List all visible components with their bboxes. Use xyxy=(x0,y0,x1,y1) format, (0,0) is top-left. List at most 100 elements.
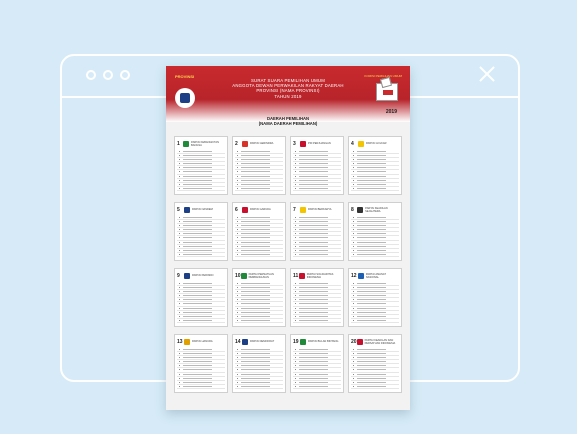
candidate-list xyxy=(235,216,283,257)
party-card[interactable]: 3 PDI PERJUANGAN xyxy=(290,136,344,195)
region-line: (NAMA DAERAH PEMILIHAN) xyxy=(258,121,318,126)
party-card[interactable]: 19 PARTAI BULAN BINTANG xyxy=(290,334,344,393)
party-name: PARTAI AMANAT NASIONAL xyxy=(365,272,386,279)
top-left-label: PROVINSI xyxy=(175,74,195,79)
candidate-row[interactable] xyxy=(351,187,399,191)
candidate-list xyxy=(293,150,341,191)
party-name: PARTAI DEMOKRAT xyxy=(250,340,275,343)
party-name: PARTAI BERKARYA xyxy=(308,208,332,211)
candidate-row[interactable] xyxy=(351,385,399,389)
party-logo-icon xyxy=(300,140,306,147)
party-number: 7 xyxy=(293,206,296,213)
party-header: 9 PARTAI PERINDO xyxy=(177,271,225,280)
party-logo-icon xyxy=(357,206,364,213)
party-card[interactable]: 12 PARTAI AMANAT NASIONAL xyxy=(348,268,402,327)
candidate-row[interactable] xyxy=(235,187,283,191)
party-name: PARTAI KEADILAN SEJAHTERA xyxy=(365,206,388,213)
candidate-row[interactable] xyxy=(293,187,341,191)
window-control-dot[interactable] xyxy=(86,70,96,80)
party-number: 11 xyxy=(293,272,299,279)
party-header: 3 PDI PERJUANGAN xyxy=(293,139,341,148)
party-name: PARTAI HANURA xyxy=(192,340,213,343)
candidate-list xyxy=(177,348,225,389)
candidate-list xyxy=(235,150,283,191)
party-card[interactable]: 7 PARTAI BERKARYA xyxy=(290,202,344,261)
party-logo-icon xyxy=(184,206,190,213)
year-badge: 2019 xyxy=(385,109,397,115)
kpu-logo-icon xyxy=(175,88,195,108)
party-card[interactable]: 20 PARTAI KEADILAN DAN PERSATUAN INDONESI… xyxy=(348,334,402,393)
party-logo-icon xyxy=(298,272,305,279)
party-card[interactable]: 11 PARTAI SOLIDARITAS INDONESIA xyxy=(290,268,344,327)
candidate-list xyxy=(351,282,399,323)
candidate-row[interactable] xyxy=(293,385,341,389)
party-logo-icon xyxy=(300,338,306,345)
party-name: PARTAI PERINDO xyxy=(192,274,214,277)
candidate-row[interactable] xyxy=(351,253,399,257)
party-logo-icon xyxy=(240,272,247,279)
ballot-paper: PROVINSI KOMISI PEMILIHAN UMUM SURAT SUA… xyxy=(166,66,410,410)
party-header: 10 PARTAI PERSATUAN PEMBANGUNAN xyxy=(235,271,283,280)
party-card[interactable]: 1 PARTAI KEBANGKITAN BANGSA xyxy=(174,136,228,195)
candidate-list xyxy=(293,282,341,323)
party-card[interactable]: 9 PARTAI PERINDO xyxy=(174,268,228,327)
party-card[interactable]: 2 PARTAI GERINDRA xyxy=(232,136,286,195)
window-control-dot[interactable] xyxy=(120,70,130,80)
party-card[interactable]: 13 PARTAI HANURA xyxy=(174,334,228,393)
close-icon[interactable] xyxy=(478,65,496,83)
candidate-row[interactable] xyxy=(235,319,283,323)
party-logo-icon xyxy=(356,338,363,345)
ballot-box-icon xyxy=(376,83,398,101)
party-header: 20 PARTAI KEADILAN DAN PERSATUAN INDONESI… xyxy=(351,337,399,346)
party-number: 2 xyxy=(235,140,238,147)
party-logo-icon xyxy=(242,140,248,147)
party-card[interactable]: 8 PARTAI KEADILAN SEJAHTERA xyxy=(348,202,402,261)
candidate-row[interactable] xyxy=(177,187,225,191)
candidate-list xyxy=(351,216,399,257)
party-name: PARTAI BULAN BINTANG xyxy=(308,340,339,343)
candidate-list xyxy=(177,282,225,323)
party-header: 2 PARTAI GERINDRA xyxy=(235,139,283,148)
candidate-row[interactable] xyxy=(235,253,283,257)
candidate-row[interactable] xyxy=(293,319,341,323)
party-name: PARTAI KEBANGKITAN BANGSA xyxy=(191,140,219,147)
party-number: 4 xyxy=(351,140,354,147)
party-name: PARTAI KEADILAN DAN PERSATUAN INDONESIA xyxy=(364,338,396,345)
party-name: PARTAI GOLKAR xyxy=(366,142,387,145)
party-header: 14 PARTAI DEMOKRAT xyxy=(235,337,283,346)
candidate-row[interactable] xyxy=(177,253,225,257)
party-name: PDI PERJUANGAN xyxy=(308,142,331,145)
party-number: 9 xyxy=(177,272,180,279)
party-header: 8 PARTAI KEADILAN SEJAHTERA xyxy=(351,205,399,214)
party-number: 20 xyxy=(351,338,357,345)
party-header: 1 PARTAI KEBANGKITAN BANGSA xyxy=(177,139,225,148)
candidate-row[interactable] xyxy=(177,385,225,389)
party-number: 3 xyxy=(293,140,296,147)
party-number: 19 xyxy=(293,338,299,345)
party-header: 19 PARTAI BULAN BINTANG xyxy=(293,337,341,346)
window-control-dot[interactable] xyxy=(103,70,113,80)
candidate-list xyxy=(177,150,225,191)
candidate-row[interactable] xyxy=(293,253,341,257)
party-card[interactable]: 14 PARTAI DEMOKRAT xyxy=(232,334,286,393)
party-header: 13 PARTAI HANURA xyxy=(177,337,225,346)
candidate-row[interactable] xyxy=(177,319,225,323)
candidate-list xyxy=(293,216,341,257)
party-header: 11 PARTAI SOLIDARITAS INDONESIA xyxy=(293,271,341,280)
party-header: 4 PARTAI GOLKAR xyxy=(351,139,399,148)
party-grid: 1 PARTAI KEBANGKITAN BANGSA 2 PARTAI GERIND… xyxy=(174,136,402,393)
party-card[interactable]: 4 PARTAI GOLKAR xyxy=(348,136,402,195)
title-line: TAHUN 2019 xyxy=(274,93,302,99)
party-name: PARTAI GARUDA xyxy=(250,208,271,211)
party-logo-icon xyxy=(242,206,248,213)
candidate-row[interactable] xyxy=(235,385,283,389)
party-logo-icon xyxy=(184,272,190,279)
party-card[interactable]: 10 PARTAI PERSATUAN PEMBANGUNAN xyxy=(232,268,286,327)
candidate-row[interactable] xyxy=(351,319,399,323)
party-number: 13 xyxy=(177,338,183,345)
party-header: 6 PARTAI GARUDA xyxy=(235,205,283,214)
party-logo-icon xyxy=(358,140,364,147)
party-card[interactable]: 6 PARTAI GARUDA xyxy=(232,202,286,261)
party-number: 10 xyxy=(235,272,241,279)
party-card[interactable]: 5 PARTAI NASDEM xyxy=(174,202,228,261)
